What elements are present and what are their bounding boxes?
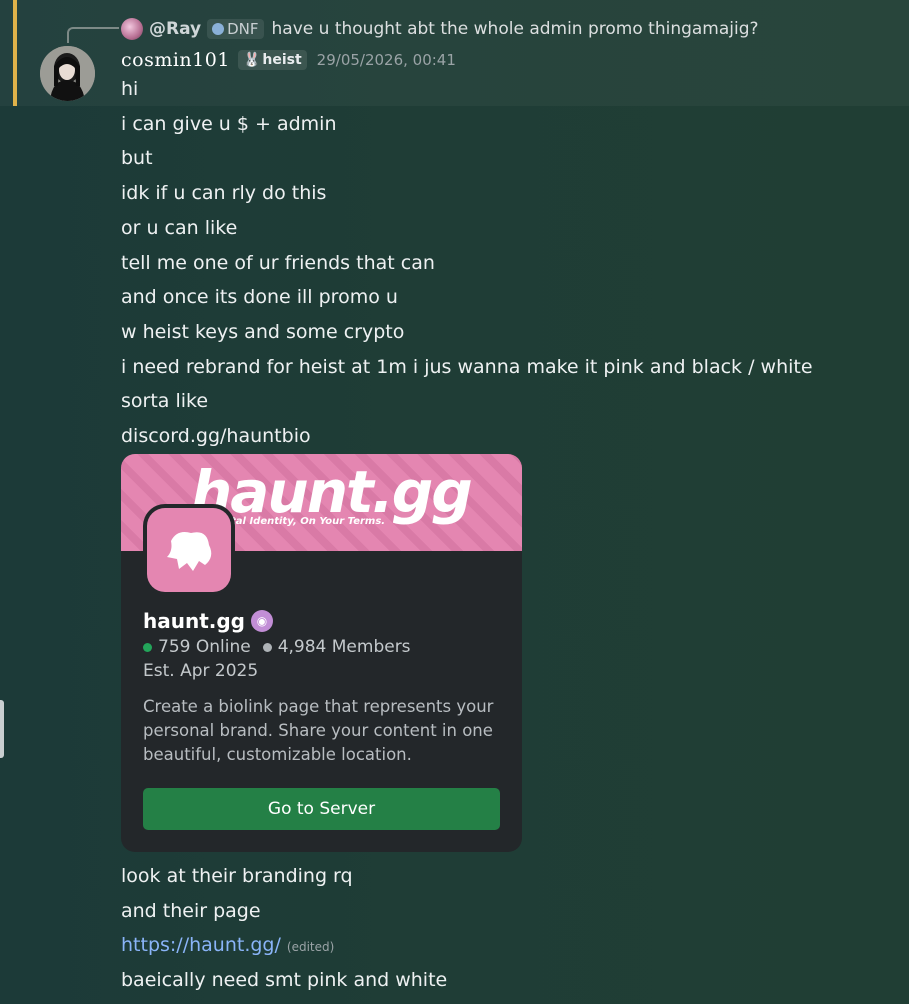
ghost-shape <box>167 532 212 571</box>
message-text: idk if u can rly do this <box>121 182 327 204</box>
server-stats: 759 Online 4,984 Members <box>143 637 411 657</box>
timestamp: 29/05/2026, 00:41 <box>316 51 456 69</box>
username[interactable]: cosmin101 <box>121 49 230 71</box>
message-text: and once its done ill promo u <box>121 286 398 308</box>
online-count: 759 Online <box>158 637 251 657</box>
message-header: cosmin101 🐰 heist 29/05/2026, 00:41 <box>121 47 456 73</box>
avatar-image <box>40 46 95 101</box>
member-count: 4,984 Members <box>277 637 411 657</box>
message-text: tell me one of ur friends that can <box>121 252 435 274</box>
reply-connector <box>67 27 119 43</box>
guild-tag-label: heist <box>262 52 302 68</box>
avatar[interactable] <box>40 46 95 101</box>
reply-tag-label: DNF <box>227 20 259 38</box>
server-established: Est. Apr 2025 <box>143 661 259 681</box>
banner-tagline: tal Identity, On Your Terms. <box>231 516 386 527</box>
scrollbar-handle[interactable] <box>0 700 4 758</box>
ghost-logo-icon <box>147 508 231 592</box>
reply-guild-tag: DNF <box>207 19 264 39</box>
reply-preview[interactable]: @Ray DNF have u thought abt the whole ad… <box>121 17 759 41</box>
reply-avatar <box>121 18 143 40</box>
message-text: sorta like <box>121 390 209 412</box>
server-icon <box>143 504 235 596</box>
reply-mention[interactable]: @Ray <box>149 19 201 39</box>
bunny-icon: 🐰 <box>242 52 261 68</box>
server-name-label: haunt.gg <box>143 609 246 633</box>
message-text: i need rebrand for heist at 1m i jus wan… <box>121 356 813 378</box>
go-to-server-button[interactable]: Go to Server <box>143 788 500 830</box>
tag-badge-icon <box>212 23 225 35</box>
message-link-row: https://haunt.gg/ (edited) <box>121 933 334 959</box>
message-text: i can give u $ + admin <box>121 113 337 135</box>
mention-highlight-bar <box>13 0 17 106</box>
online-dot-icon <box>143 642 152 652</box>
message-text: and their page <box>121 900 261 922</box>
message-link[interactable]: https://haunt.gg/ <box>121 934 281 956</box>
server-description: Create a biolink page that represents yo… <box>143 697 494 764</box>
message-text: look at their branding rq <box>121 865 353 887</box>
server-name: haunt.gg ◉ <box>143 609 274 633</box>
message-text: but <box>121 147 153 169</box>
members-dot-icon <box>262 642 272 652</box>
reply-text: have u thought abt the whole admin promo… <box>271 19 759 39</box>
message-text: hi <box>121 78 139 100</box>
community-badge-icon: ◉ <box>251 610 274 632</box>
message-text: or u can like <box>121 217 238 239</box>
message-text: w heist keys and some crypto <box>121 321 405 343</box>
server-invite-card: haunt.gg tal Identity, On Your Terms. ha… <box>121 454 522 852</box>
message-text: baeically need smt pink and white <box>121 969 448 991</box>
message-text: discord.gg/hauntbio <box>121 425 311 447</box>
guild-tag[interactable]: 🐰 heist <box>237 50 307 70</box>
edited-label: (edited) <box>286 940 335 954</box>
